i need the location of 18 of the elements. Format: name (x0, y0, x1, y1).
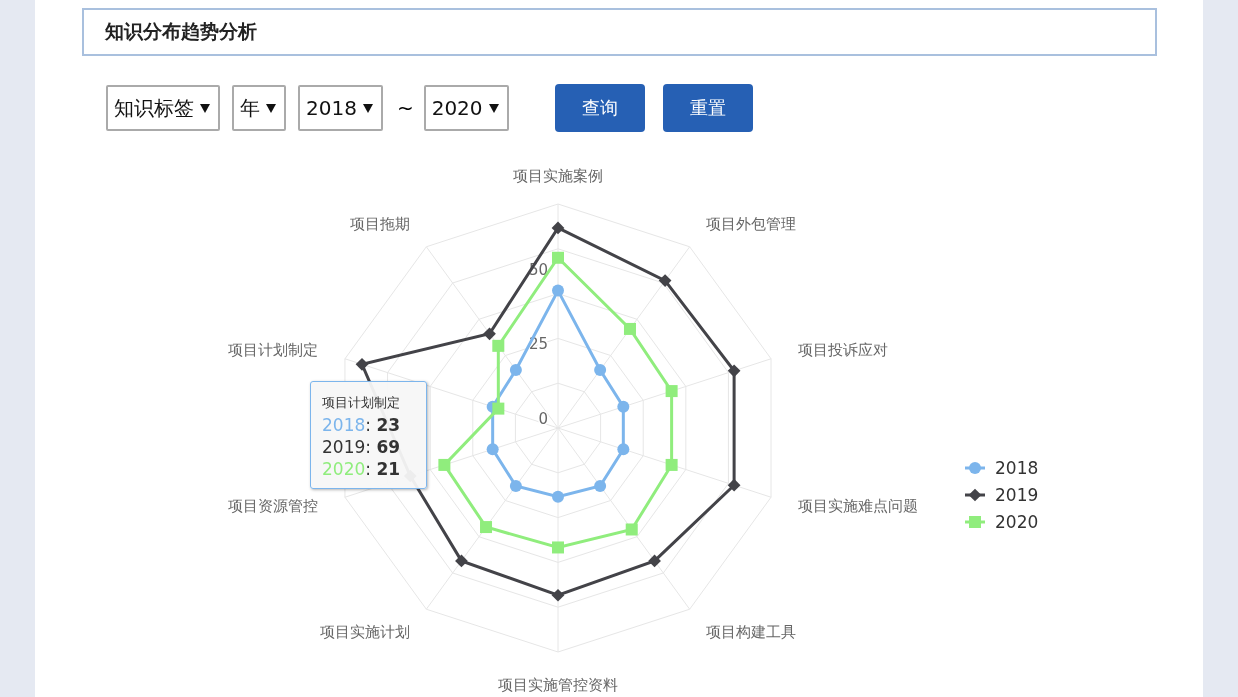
axis-category-label: 项目构建工具 (706, 622, 797, 641)
range-separator: ~ (396, 96, 414, 120)
tooltip-title: 项目计划制定 (322, 394, 401, 412)
section-title: 知识分布趋势分析 (105, 19, 257, 44)
axis-tick-label: 25 (528, 335, 548, 354)
axis-category-label: 项目实施管控资料 (498, 676, 618, 694)
axis-tick-label: 0 (538, 410, 548, 428)
axis-category-label: 项目计划制定 (228, 341, 319, 360)
axis-category-label: 项目拖期 (349, 215, 410, 234)
axis-category-label: 项目资源管控 (228, 496, 319, 515)
tooltip-value: 2019: 69 (322, 436, 402, 458)
tooltip-value: 2020: 21 (322, 458, 402, 480)
axis-category-label: 项目实施难点问题 (797, 496, 918, 515)
axis-category-label: 项目外包管理 (706, 215, 797, 234)
axis-category-label: 项目实施计划 (319, 622, 410, 641)
tooltip-value: 2018: 23 (322, 414, 402, 436)
axis-category-label: 项目实施案例 (513, 167, 603, 185)
axis-category-label: 项目投诉应对 (797, 341, 888, 360)
